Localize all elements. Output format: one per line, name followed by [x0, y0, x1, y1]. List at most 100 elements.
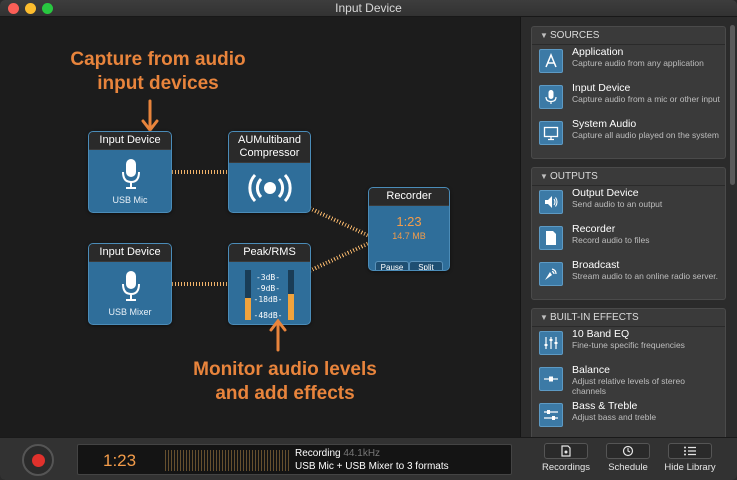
item-title: Output Device: [572, 187, 639, 199]
callout-capture: Capture from audio input devices: [48, 48, 268, 96]
item-title: Broadcast: [572, 259, 620, 271]
document-icon: [539, 226, 563, 250]
callout-monitor-line1: Monitor audio levels: [193, 359, 377, 380]
wire-peak-recorder: [306, 241, 370, 274]
input-device-node-1[interactable]: Input Device USB Mic: [88, 131, 172, 213]
bass-treble-icon: [539, 403, 563, 427]
status-text: Recording: [295, 448, 341, 459]
item-description: Adjust relative levels of stereo channel…: [572, 376, 685, 396]
node-title: Input Device: [89, 244, 171, 262]
input-device-node-2[interactable]: Input Device USB Mixer: [88, 243, 172, 325]
callout-arrow-down-icon: [141, 99, 159, 133]
chevron-down-icon: ▼: [540, 313, 548, 322]
item-description: Record audio to files: [572, 235, 650, 245]
library-item-system-audio[interactable]: System Audio Capture all audio played on…: [532, 117, 725, 153]
library-item-broadcast[interactable]: Broadcast Stream audio to an online radi…: [532, 258, 725, 294]
hide-library-label: Hide Library: [664, 462, 716, 473]
hide-library-button[interactable]: Hide Library: [660, 443, 720, 477]
item-description: Capture audio from any application: [572, 58, 704, 68]
callout-monitor-line2: and add effects: [215, 383, 355, 404]
library-item-input-device[interactable]: Input Device Capture audio from a mic or…: [532, 81, 725, 117]
node-title-line1: AUMultiband: [238, 134, 301, 146]
monitor-icon: [539, 121, 563, 145]
meter-label-3db: -3dB-: [255, 273, 281, 282]
meter-label-18db: -18dB-: [253, 295, 283, 304]
schedule-label: Schedule: [608, 462, 648, 473]
level-meter-left: [245, 270, 251, 320]
app-store-icon: [539, 49, 563, 73]
item-description: Send audio to an output: [572, 199, 663, 209]
callout-capture-line2: input devices: [97, 73, 219, 94]
library-sidebar[interactable]: ▼ SOURCES Application Capture audio from …: [520, 17, 737, 437]
recorder-size: 14.7 MB: [392, 231, 426, 241]
library-item-recorder[interactable]: Recorder Record audio to files: [532, 222, 725, 258]
eq-icon: [539, 331, 563, 355]
title-bar: Input Device: [0, 0, 737, 17]
recorder-time: 1:23: [396, 214, 422, 229]
sources-section: ▼ SOURCES Application Capture audio from …: [531, 26, 726, 159]
meter-scale: -3dB- -9dB- -18dB- -48dB-: [253, 272, 283, 321]
recordings-button[interactable]: Recordings: [536, 443, 596, 477]
status-line: Recording 44.1kHz: [295, 448, 380, 459]
recorder-node[interactable]: Recorder 1:23 14.7 MB Pause Split: [368, 187, 450, 271]
item-title: Bass & Treble: [572, 400, 638, 412]
bottom-toolbar: 1:23 Recording 44.1kHz USB Mic + USB Mix…: [0, 437, 737, 480]
item-title: Recorder: [572, 223, 616, 235]
callout-arrow-up-icon: [269, 318, 287, 352]
node-title-line2: Compressor: [239, 147, 300, 159]
speaker-icon: [539, 190, 563, 214]
level-meter-left-fill: [245, 298, 251, 320]
wire-compressor-recorder: [306, 205, 370, 238]
section-title: OUTPUTS: [550, 171, 598, 182]
elapsed-time: 1:23: [103, 451, 137, 470]
outputs-section: ▼ OUTPUTS Output Device Send audio to an …: [531, 167, 726, 300]
pipeline-canvas[interactable]: Capture from audio input devices Input D…: [0, 17, 520, 437]
compressor-node[interactable]: AUMultiband Compressor: [228, 131, 311, 213]
wire-input1-compressor: [172, 170, 228, 174]
peak-rms-node[interactable]: Peak/RMS -3dB- -9dB- -18dB- -48dB-: [228, 243, 311, 325]
sample-rate: 44.1kHz: [343, 448, 381, 459]
effects-header[interactable]: ▼ BUILT-IN EFFECTS: [532, 309, 725, 327]
item-title: 10 Band EQ: [572, 328, 630, 340]
app-window: Input Device Capture from audio input de…: [0, 0, 737, 480]
chevron-down-icon: ▼: [540, 172, 548, 181]
callout-capture-line1: Capture from audio: [70, 49, 246, 70]
status-display: 1:23 Recording 44.1kHz USB Mic + USB Mix…: [77, 444, 512, 475]
broadcast-icon: [539, 262, 563, 286]
node-device-label: USB Mic: [112, 195, 148, 205]
library-item-bass-treble[interactable]: Bass & Treble Adjust bass and treble: [532, 399, 725, 435]
recording-summary: USB Mic + USB Mixer to 3 formats: [295, 461, 449, 472]
library-item-10-band-eq[interactable]: 10 Band EQ Fine-tune specific frequencie…: [532, 327, 725, 363]
library-item-output-device[interactable]: Output Device Send audio to an output: [532, 186, 725, 222]
item-description: Capture all audio played on the system: [572, 130, 719, 140]
split-button[interactable]: Split: [409, 261, 443, 270]
chevron-down-icon: ▼: [540, 31, 548, 40]
node-title: Recorder: [369, 188, 449, 206]
clock-icon: [606, 443, 650, 459]
level-meter-right: [288, 270, 294, 320]
node-device-label: USB Mixer: [108, 307, 152, 317]
item-title: Input Device: [572, 82, 631, 94]
item-title: System Audio: [572, 118, 637, 130]
effects-section: ▼ BUILT-IN EFFECTS 10 Band EQ Fine-tune s…: [531, 308, 726, 437]
microphone-icon: [539, 85, 563, 109]
item-description: Stream audio to an online radio server.: [572, 271, 719, 281]
item-description: Adjust bass and treble: [572, 412, 657, 422]
record-button[interactable]: [22, 444, 54, 476]
window-title: Input Device: [335, 1, 402, 15]
outputs-header[interactable]: ▼ OUTPUTS: [532, 168, 725, 186]
node-title: Input Device: [89, 132, 171, 150]
library-item-balance[interactable]: Balance Adjust relative levels of stereo…: [532, 363, 725, 399]
waveform-meter: [165, 450, 290, 471]
microphone-icon: [122, 159, 140, 189]
section-title: SOURCES: [550, 30, 600, 41]
pause-button[interactable]: Pause: [375, 261, 409, 270]
meter-label-9db: -9dB-: [255, 284, 281, 293]
broadcast-waves-icon: [248, 173, 292, 203]
recordings-label: Recordings: [541, 462, 591, 473]
sidebar-scrollbar[interactable]: [730, 25, 735, 185]
sources-header[interactable]: ▼ SOURCES: [532, 27, 725, 45]
schedule-button[interactable]: Schedule: [598, 443, 658, 477]
library-item-application[interactable]: Application Capture audio from any appli…: [532, 45, 725, 81]
item-title: Balance: [572, 364, 610, 376]
